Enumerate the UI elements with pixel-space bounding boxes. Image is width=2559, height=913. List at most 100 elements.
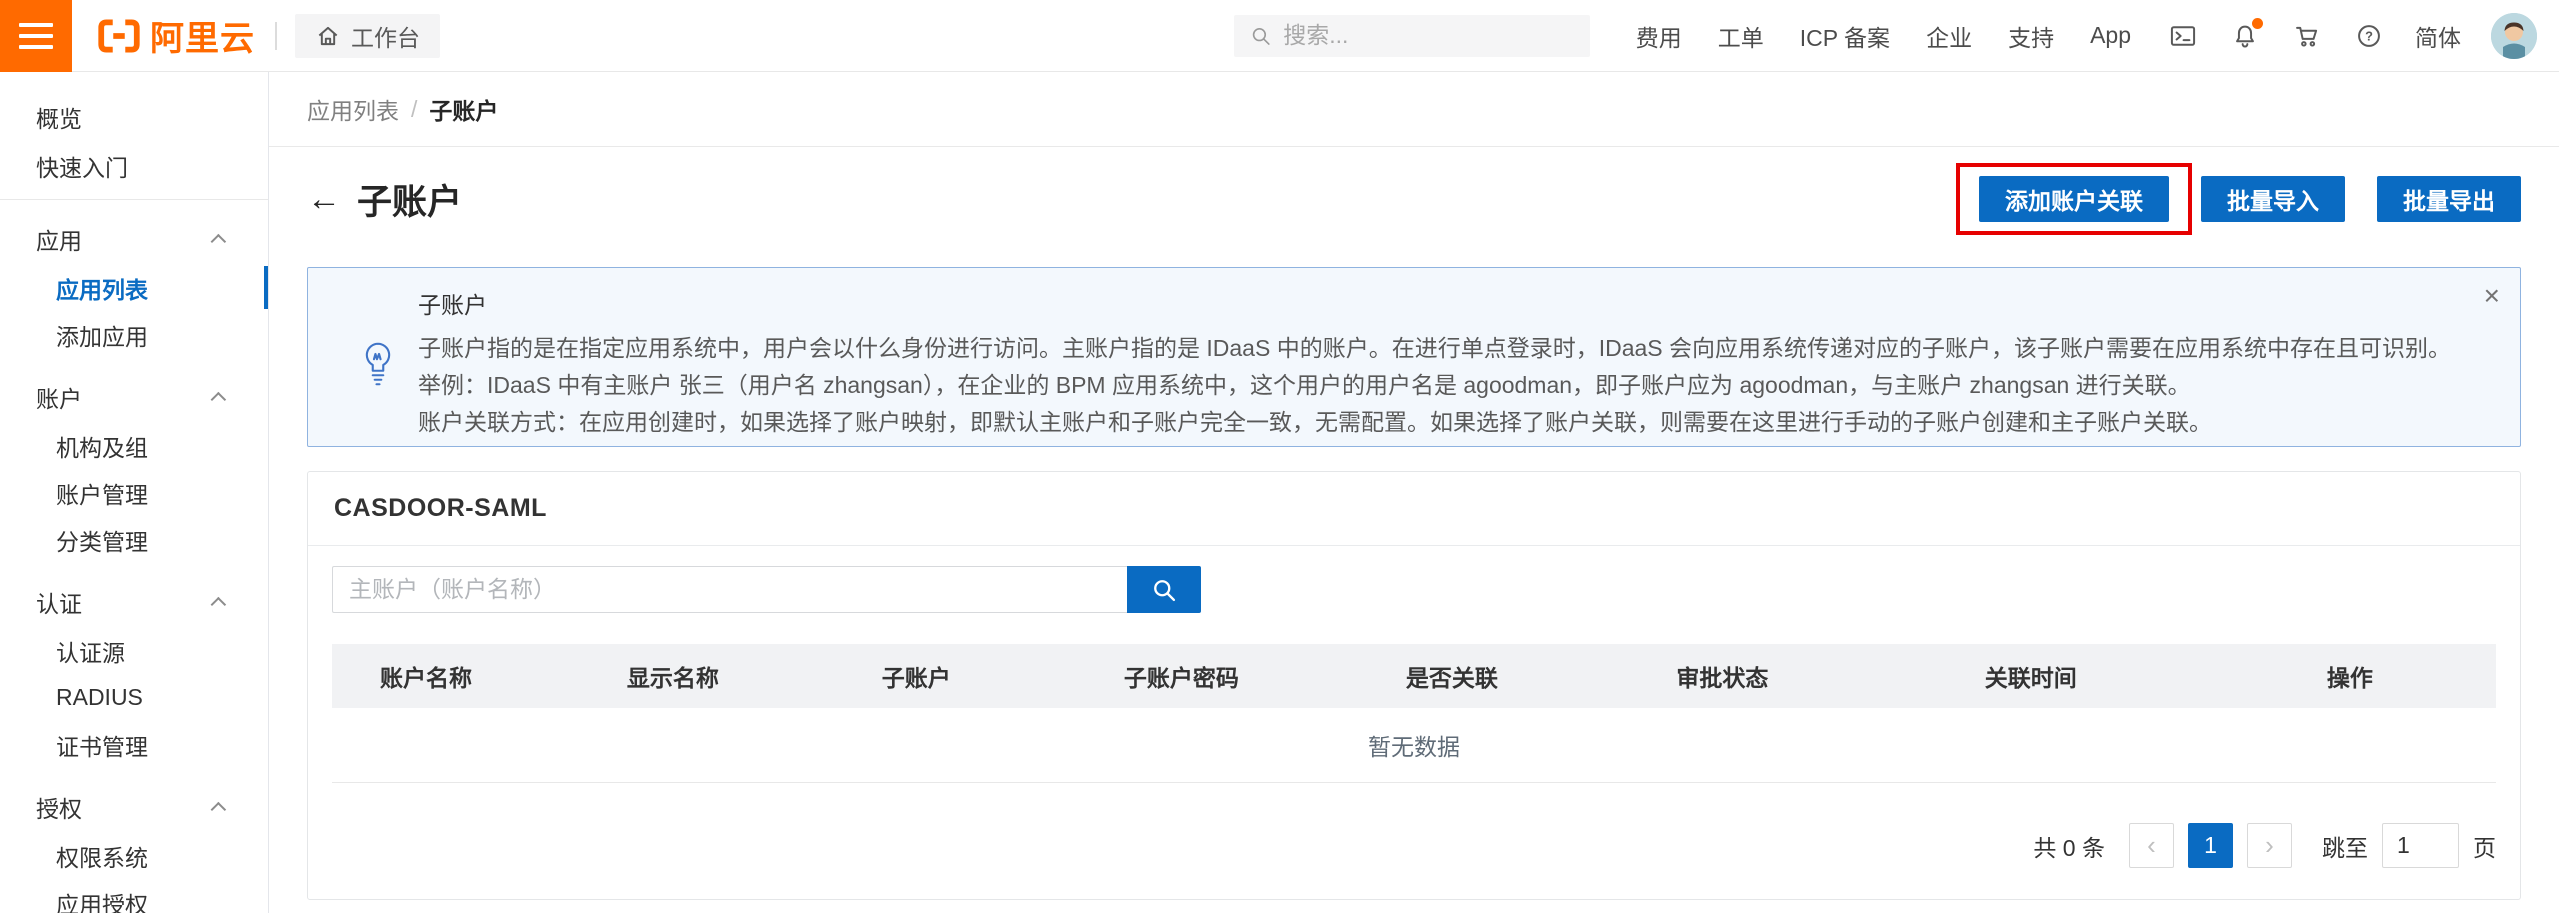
main-panel: 应用列表 / 子账户 ← 子账户 添加账户关联 批量导入 批量导出: [269, 72, 2559, 913]
sidebar-item-org-groups[interactable]: 机构及组: [0, 422, 268, 469]
sidebar-item-label: 认证源: [56, 634, 125, 668]
empty-state: 暂无数据: [332, 708, 2496, 783]
sidebar-item-label: 权限系统: [56, 839, 148, 873]
bulb-icon: [360, 340, 396, 393]
column-display-name: 显示名称: [559, 659, 786, 693]
avatar-image: [2491, 13, 2537, 59]
prev-page-button[interactable]: ‹: [2129, 823, 2174, 868]
hamburger-menu-icon[interactable]: [0, 0, 72, 72]
column-approval-status: 审批状态: [1587, 659, 1858, 693]
sidebar-item-category-mgmt[interactable]: 分类管理: [0, 516, 268, 563]
breadcrumb-app-list[interactable]: 应用列表: [307, 92, 399, 126]
group-label-text: 认证: [36, 585, 82, 619]
workbench-button[interactable]: 工作台: [295, 14, 440, 58]
jump-to-label: 跳至: [2322, 829, 2368, 863]
nav-enterprise[interactable]: 企业: [1926, 19, 1972, 53]
sidebar-item-account-mgmt[interactable]: 账户管理: [0, 469, 268, 516]
breadcrumb-current: 子账户: [429, 92, 498, 126]
title-left: ← 子账户: [307, 174, 462, 225]
sidebar-item-overview[interactable]: 概览: [0, 92, 268, 141]
cart-button[interactable]: [2291, 20, 2323, 52]
page-unit-label: 页: [2473, 829, 2496, 863]
column-link-time: 关联时间: [1858, 659, 2204, 693]
page-jump-input[interactable]: [2382, 823, 2459, 868]
notifications-button[interactable]: [2229, 20, 2261, 52]
column-sub-account-password: 子账户密码: [1046, 659, 1317, 693]
help-icon: ?: [2355, 22, 2383, 50]
sidebar-item-radius[interactable]: RADIUS: [0, 674, 268, 721]
nav-app[interactable]: App: [2090, 22, 2131, 49]
sidebar-group-authorization-header[interactable]: 授权: [0, 782, 268, 832]
sidebar: 概览 快速入门 应用 应用列表 添加应用 账户 机构及组: [0, 72, 269, 913]
empty-text: 暂无数据: [1368, 728, 1460, 762]
chevron-up-icon: [211, 391, 227, 407]
sidebar-item-label: 分类管理: [56, 523, 148, 557]
home-icon: [315, 23, 341, 49]
nav-icp[interactable]: ICP 备案: [1800, 19, 1890, 53]
back-arrow-icon[interactable]: ←: [307, 182, 341, 216]
aliyun-logo[interactable]: 阿里云: [96, 11, 255, 60]
sidebar-item-label: RADIUS: [56, 684, 143, 711]
chevron-right-icon: ›: [2265, 830, 2274, 861]
sidebar-item-label: 添加应用: [56, 318, 148, 352]
primary-account-search-input[interactable]: [332, 566, 1127, 613]
card-header: CASDOOR-SAML: [308, 472, 2520, 546]
top-icon-group: ?: [2167, 20, 2385, 52]
nav-tickets[interactable]: 工单: [1718, 19, 1764, 53]
next-page-button[interactable]: ›: [2247, 823, 2292, 868]
page-content: ← 子账户 添加账户关联 批量导入 批量导出: [269, 147, 2559, 913]
batch-import-button[interactable]: 批量导入: [2201, 176, 2345, 222]
sidebar-group-authentication: 认证 认证源 RADIUS 证书管理: [0, 577, 268, 768]
top-bar: 阿里云 工作台 费用 工单 ICP 备案 企业 支持 App: [0, 0, 2559, 72]
svg-text:?: ?: [2365, 28, 2373, 43]
sub-account-table: 账户名称 显示名称 子账户 子账户密码 是否关联 审批状态 关联时间 操作 暂无…: [332, 644, 2496, 783]
cloudshell-button[interactable]: [2167, 20, 2199, 52]
banner-title: 子账户: [418, 286, 2460, 320]
search-icon: [1150, 576, 1178, 604]
sidebar-item-app-authorization[interactable]: 应用授权: [0, 879, 268, 913]
language-switch[interactable]: 简体: [2415, 19, 2461, 53]
add-account-association-button[interactable]: 添加账户关联: [1979, 176, 2169, 222]
sidebar-item-app-list[interactable]: 应用列表: [0, 264, 268, 311]
sidebar-group-account-header[interactable]: 账户: [0, 372, 268, 422]
logo-text: 阿里云: [150, 11, 255, 60]
sidebar-item-label: 应用列表: [56, 271, 148, 305]
global-search-input[interactable]: [1283, 22, 1573, 49]
global-search[interactable]: [1234, 15, 1590, 57]
group-label-text: 授权: [36, 790, 82, 824]
help-button[interactable]: ?: [2353, 20, 2385, 52]
sidebar-item-label: 机构及组: [56, 429, 148, 463]
batch-export-button[interactable]: 批量导出: [2377, 176, 2521, 222]
sidebar-item-add-app[interactable]: 添加应用: [0, 311, 268, 358]
sidebar-group-application-header[interactable]: 应用: [0, 214, 268, 264]
terminal-icon: [2169, 22, 2197, 50]
nav-support[interactable]: 支持: [2008, 19, 2054, 53]
sidebar-group-account: 账户 机构及组 账户管理 分类管理: [0, 372, 268, 563]
sidebar-item-quickstart[interactable]: 快速入门: [0, 141, 268, 190]
sidebar-group-authorization: 授权 权限系统 应用授权: [0, 782, 268, 913]
sidebar-item-label: 应用授权: [56, 886, 148, 913]
chevron-left-icon: ‹: [2147, 830, 2156, 861]
search-icon: [1250, 24, 1272, 48]
sidebar-group-authentication-header[interactable]: 认证: [0, 577, 268, 627]
application-name: CASDOOR-SAML: [334, 494, 547, 523]
search-button[interactable]: [1127, 566, 1201, 613]
chevron-up-icon: [211, 801, 227, 817]
sidebar-item-permission-system[interactable]: 权限系统: [0, 832, 268, 879]
sidebar-group-application: 应用 应用列表 添加应用: [0, 214, 268, 358]
annotated-button-wrapper: 添加账户关联: [1979, 176, 2169, 222]
banner-line-2: 举例：IDaaS 中有主账户 张三（用户名 zhangsan），在企业的 BPM…: [418, 367, 2460, 404]
sidebar-item-auth-source[interactable]: 认证源: [0, 627, 268, 674]
page-title: 子账户: [357, 174, 462, 225]
breadcrumb: 应用列表 / 子账户: [269, 72, 2559, 147]
title-row: ← 子账户 添加账户关联 批量导入 批量导出: [307, 171, 2521, 227]
column-account-name: 账户名称: [332, 659, 559, 693]
sidebar-item-label: 证书管理: [56, 728, 148, 762]
page-1-button[interactable]: 1: [2188, 823, 2233, 868]
sub-account-card: CASDOOR-SAML 账户名称 显示名称 子账户 子账户密: [307, 471, 2521, 900]
nav-billing[interactable]: 费用: [1636, 19, 1682, 53]
user-avatar[interactable]: [2491, 13, 2537, 59]
close-icon[interactable]: ×: [2484, 282, 2500, 310]
sidebar-item-cert-mgmt[interactable]: 证书管理: [0, 721, 268, 768]
group-label-text: 应用: [36, 222, 82, 256]
